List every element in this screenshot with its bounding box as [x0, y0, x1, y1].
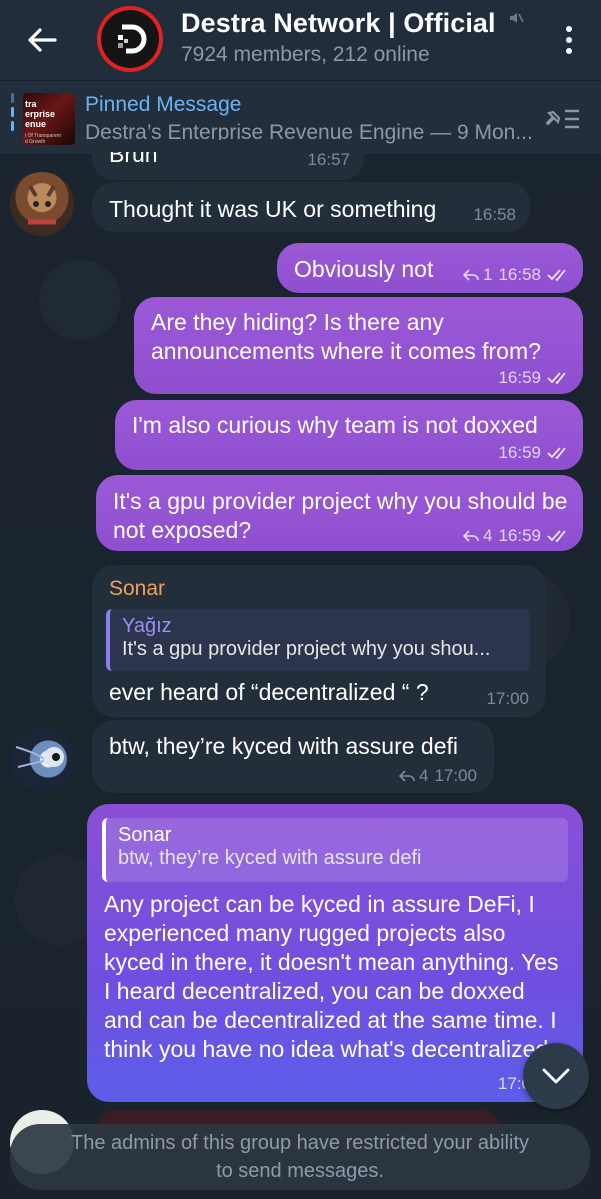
message-meta: 16:58 — [473, 205, 516, 225]
reply-count[interactable]: 4 — [398, 766, 429, 786]
back-arrow-icon[interactable] — [22, 20, 62, 60]
message-meta: 1 16:58 — [462, 265, 571, 285]
reply-number: 4 — [418, 766, 429, 785]
time-text: 16:59 — [498, 368, 541, 387]
time-text: 17:00 — [486, 689, 529, 708]
message-bubble[interactable]: Are they hiding? Is there any announceme… — [134, 297, 583, 394]
chat-header: Destra Network | Official 7924 members, … — [0, 0, 601, 80]
reply-number: 1 — [482, 265, 493, 284]
message-text: ever heard of “decentralized “ ? — [109, 679, 429, 705]
sender-name[interactable]: Sonar — [109, 577, 165, 601]
double-check-icon — [547, 530, 566, 543]
message-text: I'm also curious why team is not doxxed — [132, 412, 538, 438]
chat-title-block[interactable]: Destra Network | Official 7924 members, … — [181, 8, 524, 67]
reply-quote[interactable]: Yağız It's a gpu provider project why yo… — [106, 609, 530, 671]
message-meta: 4 16:59 — [462, 526, 571, 546]
double-check-icon — [547, 269, 566, 282]
chevron-down-icon — [542, 1068, 570, 1084]
message-bubble[interactable]: It's a gpu provider project why you shou… — [96, 475, 583, 551]
quote-sender: Sonar — [118, 824, 172, 846]
message-bubble[interactable]: Sonar Yağız It's a gpu provider project … — [92, 565, 546, 717]
destra-logo-icon — [118, 24, 147, 54]
group-member-count: 7924 members, 212 online — [181, 43, 430, 66]
double-check-icon — [547, 447, 566, 460]
double-check-icon — [547, 372, 566, 385]
restricted-notice-line1: The admins of this group have restricted… — [71, 1132, 529, 1154]
message-meta: 16:59 — [498, 443, 571, 463]
quote-text: It's a gpu provider project why you shou… — [122, 638, 491, 660]
message-bubble[interactable]: btw, they’re kyced with assure defi 4 17… — [92, 720, 494, 793]
group-avatar[interactable] — [97, 6, 163, 72]
message-meta: 4 17:00 — [398, 766, 477, 786]
quote-text: btw, they’re kyced with assure defi — [118, 847, 422, 869]
message-text: Thought it was UK or something — [109, 196, 437, 222]
reply-count[interactable]: 4 — [462, 526, 493, 546]
muted-icon — [508, 10, 524, 31]
message-text: Any project can be kyced in assure DeFi,… — [104, 891, 559, 1062]
time-text: 16:58 — [473, 205, 516, 224]
user-avatar[interactable] — [10, 727, 74, 791]
time-text: 17:00 — [434, 766, 477, 785]
reply-number: 4 — [482, 526, 493, 545]
user-avatar[interactable] — [10, 172, 74, 236]
restricted-notice: The admins of this group have restricted… — [10, 1124, 590, 1190]
message-text: btw, they’re kyced with assure defi — [109, 733, 458, 759]
message-meta: 17:00 — [486, 689, 529, 709]
message-text: Are they hiding? Is there any announceme… — [151, 309, 541, 364]
time-text: 16:58 — [498, 265, 541, 284]
reply-icon — [398, 770, 415, 782]
message-bubble[interactable]: I'm also curious why team is not doxxed … — [115, 400, 583, 470]
restricted-notice-line2: to send messages. — [216, 1160, 384, 1182]
reply-icon — [462, 530, 479, 542]
reply-quote[interactable]: Sonar btw, they’re kyced with assure def… — [102, 818, 568, 882]
message-bubble[interactable]: Obviously not 1 16:58 — [277, 243, 583, 293]
group-title: Destra Network | Official — [181, 8, 496, 38]
time-text: 16:59 — [498, 443, 541, 462]
reply-count[interactable]: 1 — [462, 265, 493, 285]
time-text: 16:59 — [498, 526, 541, 545]
message-meta: 16:59 — [498, 368, 571, 388]
quote-sender: Yağız — [122, 615, 172, 637]
more-options-icon[interactable] — [557, 20, 581, 60]
scroll-down-button[interactable] — [523, 1043, 589, 1109]
message-bubble[interactable]: Sonar btw, they’re kyced with assure def… — [87, 804, 583, 1102]
message-text: Obviously not — [294, 256, 434, 282]
reply-icon — [462, 269, 479, 281]
message-bubble[interactable]: Thought it was UK or something 16:58 — [92, 182, 530, 232]
